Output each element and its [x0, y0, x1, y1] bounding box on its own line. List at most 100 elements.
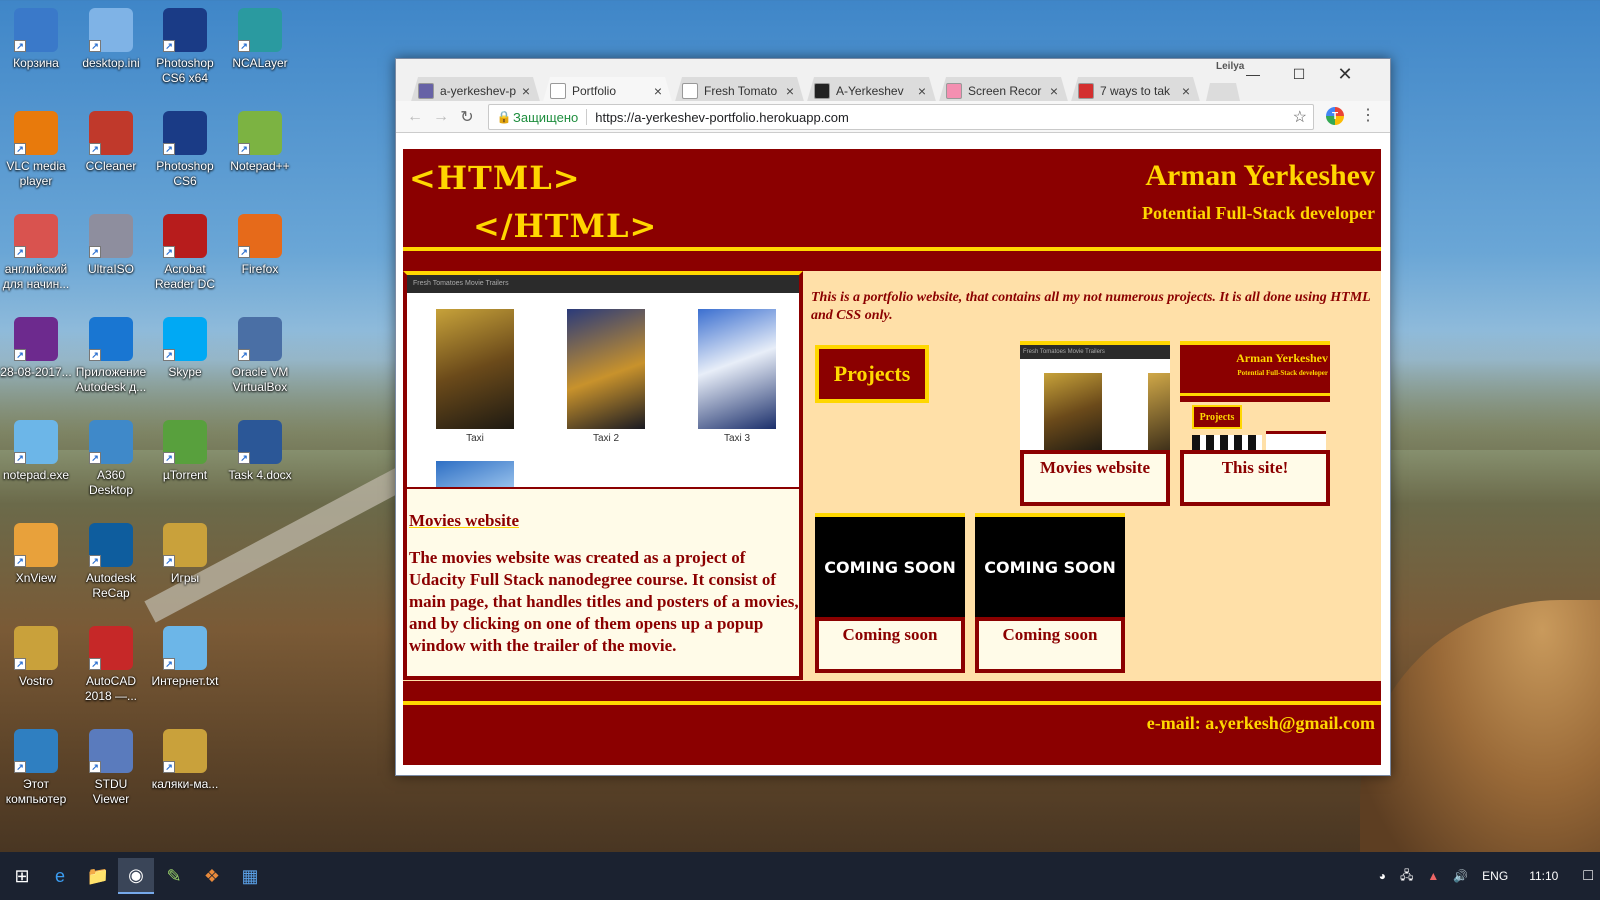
desktop-icon[interactable]: ↗ NCALayer — [224, 8, 296, 71]
desktop-icon[interactable]: ↗ STDU Viewer — [75, 729, 147, 807]
desktop-icon[interactable]: ↗ Acrobat Reader DC — [149, 214, 221, 292]
volume-icon[interactable]: 🔊 — [1453, 869, 1468, 883]
project-card-coming-soon-1[interactable]: COMING SOON Coming soon — [815, 513, 965, 673]
tab-title: A-Yerkeshev — [836, 84, 904, 98]
project-card-coming-soon-2[interactable]: COMING SOON Coming soon — [975, 513, 1125, 673]
start-button[interactable]: ⊞ — [4, 858, 40, 894]
desktop-icon[interactable]: ↗ Notepad++ — [224, 111, 296, 174]
url-text[interactable]: https://a-yerkeshev-portfolio.herokuapp.… — [595, 110, 849, 125]
shortcut-arrow-icon: ↗ — [89, 349, 101, 361]
desktop-icon[interactable]: ↗ AutoCAD 2018 —... — [75, 626, 147, 704]
projects-button[interactable]: Projects — [815, 345, 929, 403]
desktop-icon[interactable]: ↗ Vostro — [0, 626, 72, 689]
desktop-icon[interactable]: ↗ Приложение Autodesk д... — [75, 317, 147, 395]
desktop-icon[interactable]: ↗ английский для начин... — [0, 214, 72, 292]
desktop-icon[interactable]: ↗ 28-08-2017... — [0, 317, 72, 380]
maximize-button[interactable]: ☐ — [1276, 61, 1322, 87]
movie-poster[interactable] — [436, 309, 514, 429]
browser-menu-icon[interactable]: ⋮ — [1360, 105, 1376, 125]
desktop-icon[interactable]: ↗ Интернет.txt — [149, 626, 221, 689]
desktop-icon-label: A360 Desktop — [88, 468, 134, 497]
pdf-icon: ↗ — [14, 214, 58, 258]
ncalayer-icon: ↗ — [238, 8, 282, 52]
viewer-taskbar-icon[interactable]: ▦ — [232, 858, 268, 894]
close-tab-icon[interactable]: × — [783, 83, 797, 99]
notifications-icon[interactable]: □ — [1583, 867, 1593, 885]
desktop-icon[interactable]: ↗ каляки-ма... — [149, 729, 221, 792]
close-window-button[interactable]: ✕ — [1322, 61, 1368, 87]
movie-title: Taxi 3 — [723, 433, 751, 444]
lock-icon: 🔒 — [496, 110, 512, 124]
desktop-icon-label: Корзина — [13, 56, 59, 70]
featured-title[interactable]: Movies website — [409, 511, 519, 531]
network-icon[interactable]: 🖧 — [1400, 866, 1413, 887]
notepad-taskbar-icon[interactable]: ✎ — [156, 858, 192, 894]
desktop-icon[interactable]: ↗ Этот компьютер — [0, 729, 72, 807]
extension-icon[interactable]: T — [1326, 107, 1344, 125]
desktop-icon-label: английский для начин... — [2, 262, 70, 291]
project-card-this-site[interactable]: Arman Yerkeshev Potential Full-Stack dev… — [1180, 341, 1330, 506]
close-tab-icon[interactable]: × — [1179, 83, 1193, 99]
desktop-icon-label: Photoshop CS6 — [156, 159, 214, 188]
shortcut-arrow-icon: ↗ — [238, 40, 250, 52]
language-indicator[interactable]: ENG — [1482, 869, 1508, 883]
desktop-icon[interactable]: ↗ CCleaner — [75, 111, 147, 174]
desktop-icon[interactable]: ↗ Корзина — [0, 8, 72, 71]
shortcut-arrow-icon: ↗ — [163, 658, 175, 670]
movie-poster[interactable] — [698, 309, 776, 429]
desktop-icon[interactable]: ↗ XnView — [0, 523, 72, 586]
desktop-icon[interactable]: ↗ Autodesk ReCap — [75, 523, 147, 601]
thumb-header: Fresh Tomatoes Movie Trailers — [1020, 345, 1170, 359]
bookmark-star-icon[interactable]: ☆ — [1293, 107, 1307, 127]
desktop-icon[interactable]: ↗ desktop.ini — [75, 8, 147, 71]
photoshop-icon: ↗ — [163, 8, 207, 52]
movie-title: Taxi 2 — [592, 433, 620, 444]
desktop-icon[interactable]: ↗ µTorrent — [149, 420, 221, 483]
close-tab-icon[interactable]: × — [915, 83, 929, 99]
desktop-icon-label: Этот компьютер — [5, 777, 67, 806]
shortcut-arrow-icon: ↗ — [14, 761, 26, 773]
desktop-icon-label: Приложение Autodesk д... — [75, 365, 147, 394]
reload-button[interactable]: ↻ — [454, 104, 480, 130]
forward-button[interactable]: → — [428, 104, 454, 130]
project-card-movies[interactable]: Fresh Tomatoes Movie Trailers Movies web… — [1020, 341, 1170, 506]
movie-poster[interactable] — [436, 461, 514, 487]
desktop-icon[interactable]: ↗ notepad.exe — [0, 420, 72, 483]
clock[interactable]: 11:10 — [1529, 869, 1558, 883]
desktop-icon-label: AutoCAD 2018 —... — [84, 674, 138, 703]
back-button[interactable]: ← — [402, 104, 428, 130]
explorer-taskbar-icon[interactable]: 📁 — [80, 858, 116, 894]
app-taskbar-icon[interactable]: ❖ — [194, 858, 230, 894]
desktop-icon[interactable]: ↗ UltraISO — [75, 214, 147, 277]
shortcut-arrow-icon: ↗ — [89, 761, 101, 773]
screenshot-header: Fresh Tomatoes Movie Trailers — [407, 275, 799, 293]
close-tab-icon[interactable]: × — [519, 83, 533, 99]
site-owner-name: Arman Yerkeshev — [1145, 159, 1375, 192]
warning-icon[interactable]: ▲ — [1427, 869, 1439, 883]
edge-taskbar-icon[interactable]: e — [42, 858, 78, 894]
close-tab-icon[interactable]: × — [651, 83, 665, 99]
thumb-role: Potential Full-Stack developer — [1237, 369, 1328, 377]
folder-icon: ↗ — [163, 523, 207, 567]
ccleaner-tray-icon[interactable]: ◕ — [1379, 869, 1386, 883]
desktop-icon[interactable]: ↗ Игры — [149, 523, 221, 586]
desktop-icon[interactable]: ↗ VLC media player — [0, 111, 72, 189]
desktop-icon[interactable]: ↗ Photoshop CS6 x64 — [149, 8, 221, 86]
thumb-strip — [1180, 396, 1330, 402]
thumb-name: Arman Yerkeshev — [1236, 351, 1328, 365]
contact-email[interactable]: e-mail: a.yerkesh@gmail.com — [1147, 713, 1375, 734]
address-bar[interactable]: 🔒 Защищено https://a-yerkeshev-portfolio… — [488, 104, 1314, 130]
desktop-icon[interactable]: ↗ Task 4.docx — [224, 420, 296, 483]
notepadpp-icon: ↗ — [238, 111, 282, 155]
desktop-icon[interactable]: ↗ Photoshop CS6 — [149, 111, 221, 189]
featured-screenshot[interactable]: Fresh Tomatoes Movie Trailers Taxi Taxi 2… — [407, 275, 799, 489]
minimize-button[interactable]: — — [1230, 61, 1276, 87]
movie-poster[interactable] — [567, 309, 645, 429]
autodesk-icon: ↗ — [89, 317, 133, 361]
close-tab-icon[interactable]: × — [1047, 83, 1061, 99]
desktop-icon[interactable]: ↗ Oracle VM VirtualBox — [224, 317, 296, 395]
chrome-taskbar-icon[interactable]: ◉ — [118, 858, 154, 894]
desktop-icon[interactable]: ↗ Firefox — [224, 214, 296, 277]
desktop-icon[interactable]: ↗ A360 Desktop — [75, 420, 147, 498]
desktop-icon[interactable]: ↗ Skype — [149, 317, 221, 380]
